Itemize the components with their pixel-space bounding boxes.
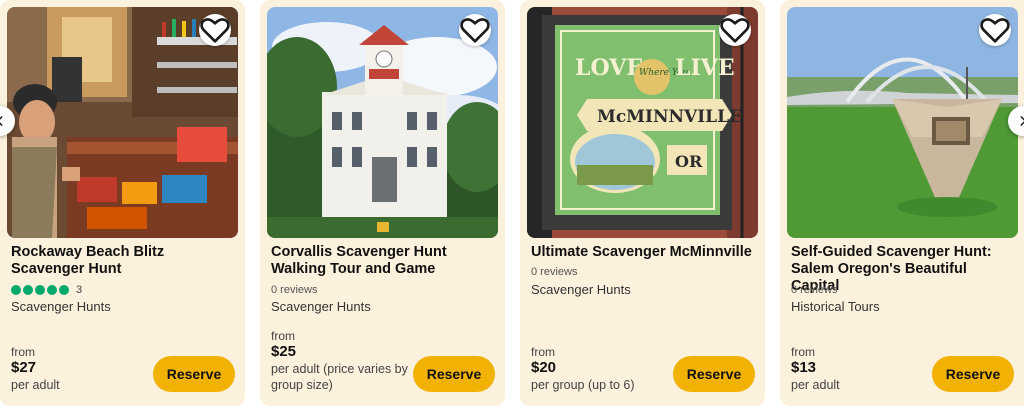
price-from-label: from bbox=[11, 345, 35, 359]
rating-bubble-icon bbox=[11, 285, 21, 295]
tour-price: $20 bbox=[531, 359, 557, 376]
price-unit: per adult bbox=[791, 378, 840, 392]
favorite-heart-icon[interactable] bbox=[719, 14, 751, 46]
tour-category: Scavenger Hunts bbox=[11, 299, 111, 314]
mural-text-live: LIVE bbox=[675, 55, 735, 81]
tour-price: $27 bbox=[11, 359, 37, 376]
tour-title[interactable]: Ultimate Scavenger McMinnville bbox=[531, 244, 759, 261]
product-carousel: Rockaway Beach Blitz Scavenger Hunt 3 Sc… bbox=[0, 0, 1024, 409]
tour-title[interactable]: Rockaway Beach Blitz Scavenger Hunt bbox=[11, 244, 239, 278]
tour-category: Scavenger Hunts bbox=[531, 282, 631, 297]
chevron-left-icon bbox=[0, 116, 3, 126]
review-count[interactable]: 0 reviews bbox=[271, 284, 317, 296]
mural-text-love: LOVE bbox=[575, 55, 643, 81]
favorite-heart-icon[interactable] bbox=[199, 14, 231, 46]
tour-card[interactable]: Corvallis Scavenger Hunt Walking Tour an… bbox=[260, 0, 505, 406]
tour-category: Scavenger Hunts bbox=[271, 299, 371, 314]
favorite-heart-icon[interactable] bbox=[459, 14, 491, 46]
reserve-button[interactable]: Reserve bbox=[413, 356, 495, 392]
review-count: 3 bbox=[76, 284, 83, 296]
price-unit: per group (up to 6) bbox=[531, 378, 635, 392]
price-from-label: from bbox=[791, 345, 815, 359]
rating-bubble-icon bbox=[23, 285, 33, 295]
reserve-button[interactable]: Reserve bbox=[673, 356, 755, 392]
tour-price: $25 bbox=[271, 343, 297, 360]
tour-card[interactable]: Self-Guided Scavenger Hunt: Salem Oregon… bbox=[780, 0, 1024, 406]
price-unit: per adult (price varies by group size) bbox=[271, 362, 408, 392]
rating-bubble-icon bbox=[47, 285, 57, 295]
tour-title[interactable]: Corvallis Scavenger Hunt Walking Tour an… bbox=[271, 244, 499, 278]
price-from-label: from bbox=[271, 329, 295, 343]
tour-photo-candy-shop[interactable] bbox=[7, 7, 238, 238]
mural-text-mcminnville: McMINNVILLE bbox=[597, 107, 742, 127]
reserve-button[interactable]: Reserve bbox=[153, 356, 235, 392]
price-from-label: from bbox=[531, 345, 555, 359]
tour-category: Historical Tours bbox=[791, 299, 880, 314]
tour-photo-courthouse[interactable] bbox=[267, 7, 498, 238]
rating-bubble-icon bbox=[35, 285, 45, 295]
price-unit: per adult bbox=[11, 378, 60, 392]
tour-card[interactable]: LOVE Where You LIVE McMINNVILLE OR Ultim… bbox=[520, 0, 765, 406]
rating-bubble-icon bbox=[59, 285, 69, 295]
favorite-heart-icon[interactable] bbox=[979, 14, 1011, 46]
chevron-right-icon bbox=[1020, 116, 1024, 126]
tour-photo-salem-bridge[interactable] bbox=[787, 7, 1018, 238]
tour-price: $13 bbox=[791, 359, 817, 376]
reserve-button[interactable]: Reserve bbox=[932, 356, 1014, 392]
review-count[interactable]: 0 reviews bbox=[531, 266, 577, 278]
rating-bubbles[interactable]: 3 bbox=[11, 284, 82, 296]
mural-text-or: OR bbox=[675, 152, 703, 171]
review-count[interactable]: 0 reviews bbox=[791, 284, 837, 296]
tour-card[interactable]: Rockaway Beach Blitz Scavenger Hunt 3 Sc… bbox=[0, 0, 245, 406]
tour-photo-mural[interactable]: LOVE Where You LIVE McMINNVILLE OR bbox=[527, 7, 758, 238]
